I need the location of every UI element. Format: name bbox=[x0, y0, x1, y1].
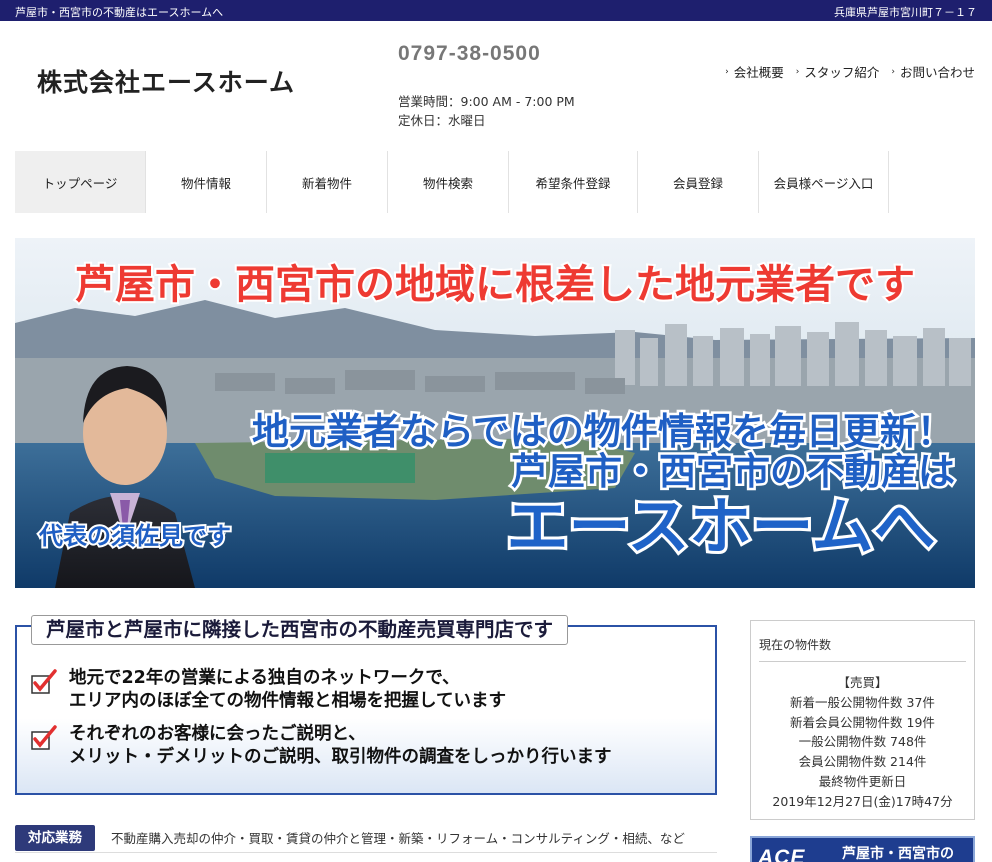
count-line: 最終物件更新日 bbox=[818, 773, 907, 789]
banner-text: 芦屋市・西宮市の bbox=[842, 846, 954, 862]
feature-point-line1: 地元で22年の営業による独自のネットワークで、 bbox=[69, 668, 460, 688]
feature-point: 地元で22年の営業による独自のネットワークで、 エリア内のほぼ全ての物件情報と相… bbox=[29, 667, 506, 713]
hero-headline: 芦屋市・西宮市の地域に根差した地元業者です bbox=[75, 262, 915, 308]
nav-item-new-properties[interactable]: 新着物件 bbox=[267, 151, 388, 213]
side-banner[interactable]: ACE 芦屋市・西宮市の bbox=[750, 836, 975, 862]
divider bbox=[759, 661, 966, 662]
link-label: 会社概要 bbox=[733, 65, 784, 80]
phone-number: 0797-38-0500 bbox=[398, 42, 541, 65]
business-tag: 対応業務 bbox=[15, 824, 95, 851]
top-bar: 芦屋市・西宮市の不動産はエースホームへ 兵庫県芦屋市宮川町７－１７ bbox=[0, 0, 992, 21]
feature-box: 芦屋市と芦屋市に隣接した西宮市の不動産売買専門店です 地元で22年の営業による独… bbox=[15, 615, 717, 795]
checkbox-checked-icon bbox=[31, 725, 57, 750]
feature-heading: 芦屋市と芦屋市に隣接した西宮市の不動産売買専門店です bbox=[31, 615, 569, 645]
count-line: 一般公開物件数 748件 bbox=[798, 734, 927, 750]
nav-item-member-page[interactable]: 会員様ページ入口 bbox=[759, 151, 889, 213]
opening-hours: 営業時間：9:00 AM - 7:00 PM bbox=[398, 94, 575, 109]
hero-tennis-courts bbox=[265, 453, 415, 483]
count-line: 新着会員公開物件数 19件 bbox=[790, 714, 935, 730]
count-line: 2019年12月27日(金)17時47分 bbox=[772, 793, 953, 809]
company-logo[interactable]: 株式会社エースホーム bbox=[37, 63, 295, 99]
feature-point-line1: それぞれのお客様に会ったご説明と、 bbox=[69, 724, 366, 744]
feature-point-text: それぞれのお客様に会ったご説明と、 メリット・デメリットのご説明、取引物件の調査… bbox=[69, 723, 612, 769]
chevron-right-icon: › bbox=[725, 66, 729, 77]
hero-line2: 芦屋市・西宮市の不動産は bbox=[511, 450, 955, 493]
feature-point-text: 地元で22年の営業による独自のネットワークで、 エリア内のほぼ全ての物件情報と相… bbox=[69, 667, 506, 713]
link-label: お問い合わせ bbox=[899, 65, 975, 80]
closed-day: 定休日：水曜日 bbox=[398, 113, 486, 128]
hero-banner: 芦屋市・西宮市の地域に根差した地元業者です 地元業者ならではの物件情報を毎日更新… bbox=[15, 238, 975, 588]
nav-item-search[interactable]: 物件検索 bbox=[388, 151, 509, 213]
header-links: › 会社概要 › スタッフ紹介 › お問い合わせ bbox=[725, 62, 975, 81]
business-row: 対応業務 不動産購入売却の仲介・買取・賃貸の仲介と管理・新築・リフォーム・コンサ… bbox=[15, 823, 717, 853]
nav-item-wish-register[interactable]: 希望条件登録 bbox=[509, 151, 638, 213]
nav-item-member-register[interactable]: 会員登録 bbox=[638, 151, 759, 213]
banner-logo: ACE bbox=[758, 846, 806, 862]
link-staff[interactable]: › スタッフ紹介 bbox=[796, 62, 880, 81]
link-label: スタッフ紹介 bbox=[804, 65, 880, 80]
main-nav: トップページ 物件情報 新着物件 物件検索 希望条件登録 会員登録 会員様ページ… bbox=[15, 151, 889, 213]
property-count-lines: 【売買】 新着一般公開物件数 37件 新着会員公開物件数 19件 一般公開物件数… bbox=[751, 673, 974, 812]
top-bar-address: 兵庫県芦屋市宮川町７－１７ bbox=[834, 6, 977, 19]
hero-line1: 地元業者ならではの物件情報を毎日更新！ bbox=[252, 410, 954, 453]
checkbox-checked-icon bbox=[31, 669, 57, 694]
link-contact[interactable]: › お問い合わせ bbox=[891, 62, 975, 81]
nav-item-properties[interactable]: 物件情報 bbox=[146, 151, 267, 213]
property-count-title: 現在の物件数 bbox=[759, 638, 832, 652]
count-line: 会員公開物件数 214件 bbox=[798, 754, 927, 770]
nav-item-top[interactable]: トップページ bbox=[15, 151, 146, 213]
feature-point-line2: メリット・デメリットのご説明、取引物件の調査をしっかり行います bbox=[69, 747, 612, 767]
top-bar-tagline: 芦屋市・西宮市の不動産はエースホームへ bbox=[15, 6, 224, 19]
feature-point: それぞれのお客様に会ったご説明と、 メリット・デメリットのご説明、取引物件の調査… bbox=[29, 723, 612, 769]
hero-caption: 代表の須佐見です bbox=[38, 522, 231, 550]
property-count-box: 現在の物件数 【売買】 新着一般公開物件数 37件 新着会員公開物件数 19件 … bbox=[750, 620, 975, 820]
link-company-profile[interactable]: › 会社概要 bbox=[725, 62, 784, 81]
feature-point-line2: エリア内のほぼ全ての物件情報と相場を把握しています bbox=[69, 691, 506, 711]
chevron-right-icon: › bbox=[891, 66, 895, 77]
chevron-right-icon: › bbox=[795, 66, 800, 77]
hero-line3: エースホームへ bbox=[506, 490, 935, 563]
business-text: 不動産購入売却の仲介・買取・賃貸の仲介と管理・新築・リフォーム・コンサルティング… bbox=[111, 831, 685, 846]
business-hours: 営業時間：9:00 AM - 7:00 PM 定休日：水曜日 bbox=[398, 92, 575, 130]
count-line: 新着一般公開物件数 37件 bbox=[790, 694, 935, 710]
count-line: 【売買】 bbox=[837, 675, 888, 690]
